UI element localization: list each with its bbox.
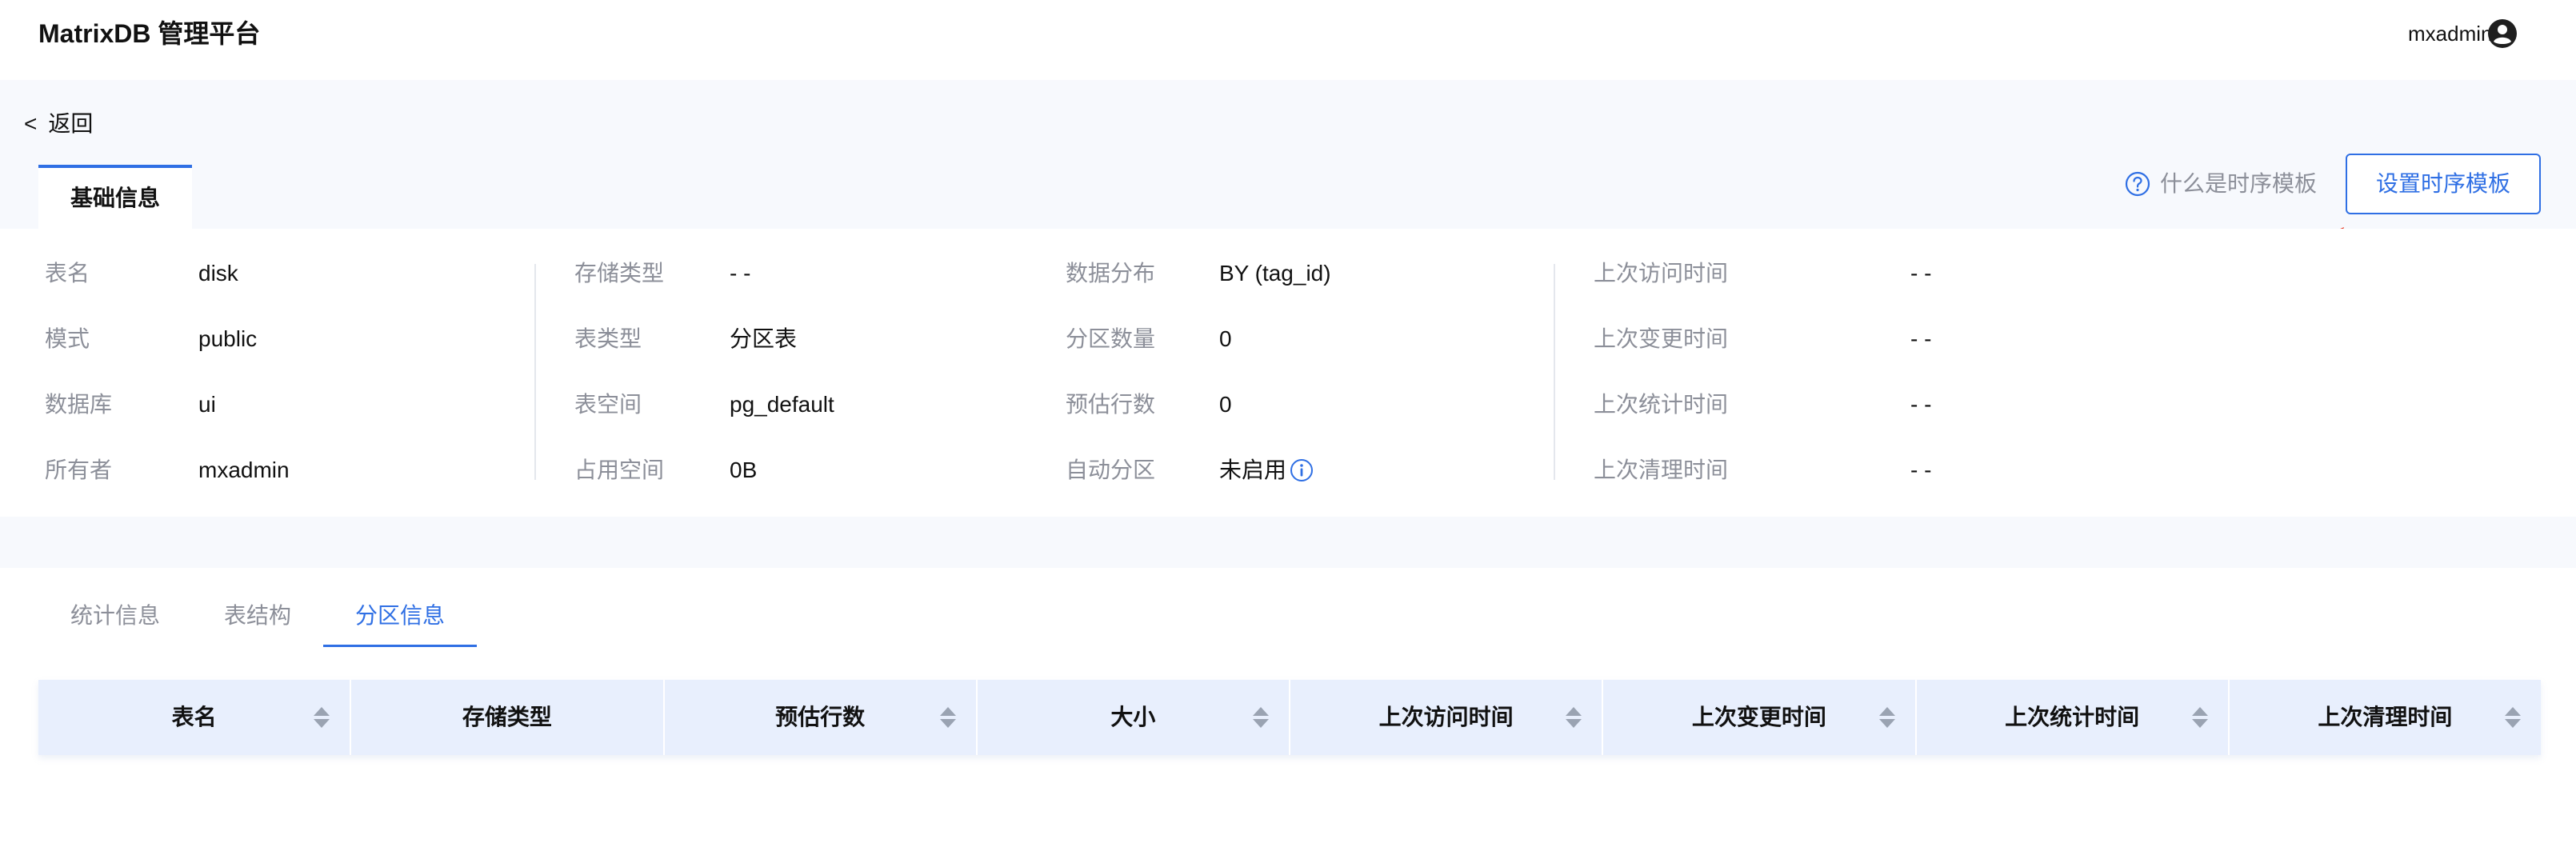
partition-table-header: 表名 存储类型 预估行数 大小 上次访问时间 上次变更时间 上次统计时间 上次清… [38, 680, 2541, 755]
column-divider [534, 264, 536, 480]
sort-icon[interactable] [939, 705, 957, 729]
sort-icon[interactable] [1252, 705, 1270, 729]
info-label-last-change: 上次变更时间 [1594, 326, 1729, 351]
back-label: 返回 [48, 111, 94, 136]
app-title: MatrixDB 管理平台 [38, 19, 261, 48]
column-header-label: 上次变更时间 [1691, 705, 1826, 729]
info-value-distribution: BY (tag_id) [1219, 261, 1331, 286]
sort-icon[interactable] [1878, 705, 1896, 729]
info-label-distribution: 数据分布 [1066, 261, 1156, 286]
column-header-last-change[interactable]: 上次变更时间 [1603, 680, 1917, 755]
sort-icon[interactable] [313, 705, 330, 729]
tab-partition-info[interactable]: 分区信息 [355, 598, 445, 633]
info-value-estimated-rows: 0 [1219, 392, 1232, 417]
info-circle-icon[interactable] [1290, 458, 1314, 482]
column-header-label: 上次清理时间 [2318, 705, 2453, 729]
sort-icon[interactable] [2504, 705, 2522, 729]
page-header-band [0, 80, 2576, 229]
info-value-last-vacuum: - - [1910, 457, 1932, 482]
info-label-storage-type: 存储类型 [574, 261, 665, 286]
chevron-left-icon: < [24, 111, 38, 136]
section-separator-band [0, 517, 2576, 568]
tab-table-structure[interactable]: 表结构 [224, 598, 291, 633]
sort-icon[interactable] [1565, 705, 1582, 729]
info-label-auto-partition: 自动分区 [1066, 457, 1156, 482]
info-value-database: ui [198, 392, 216, 417]
column-divider [1554, 264, 1555, 480]
column-header-last-vacuum[interactable]: 上次清理时间 [2230, 680, 2541, 755]
top-bar [0, 0, 2576, 80]
info-label-table-type: 表类型 [574, 326, 642, 351]
info-label-last-analyze: 上次统计时间 [1594, 392, 1729, 417]
sort-icon[interactable] [2191, 705, 2209, 729]
back-link[interactable]: < 返回 [24, 108, 93, 140]
info-label-owner: 所有者 [45, 457, 113, 482]
set-template-button[interactable]: 设置时序模板 [2346, 154, 2541, 214]
info-value-tablespace: pg_default [730, 392, 834, 417]
tab-statistics[interactable]: 统计信息 [70, 598, 160, 633]
column-header-last-analyze[interactable]: 上次统计时间 [1917, 680, 2230, 755]
info-value-last-analyze: - - [1910, 392, 1932, 417]
info-label-partition-count: 分区数量 [1066, 326, 1156, 351]
info-label-estimated-rows: 预估行数 [1066, 392, 1156, 417]
tab-basic-info-label: 基础信息 [70, 186, 160, 210]
account-circle-icon[interactable] [2486, 18, 2518, 50]
column-header-label: 表名 [171, 705, 217, 729]
info-value-storage-type: - - [730, 261, 751, 286]
info-value-owner: mxadmin [198, 457, 290, 482]
user-name[interactable]: mxadmin [2408, 19, 2492, 48]
info-value-table-type: 分区表 [730, 326, 798, 351]
info-label-last-access: 上次访问时间 [1594, 261, 1729, 286]
info-label-last-vacuum: 上次清理时间 [1594, 457, 1729, 482]
tab-basic-info[interactable]: 基础信息 [38, 165, 192, 229]
info-value-partition-count: 0 [1219, 326, 1232, 351]
info-label-database: 数据库 [45, 392, 113, 417]
info-value-auto-partition-row: 未启用 [1219, 454, 1314, 486]
help-link[interactable]: 什么是时序模板 [2125, 166, 2317, 202]
info-value-last-access: - - [1910, 261, 1932, 286]
column-header-label: 大小 [1110, 705, 1156, 729]
info-value-last-change: - - [1910, 326, 1932, 351]
question-circle-icon [2125, 171, 2150, 196]
column-header-label: 存储类型 [462, 705, 552, 729]
info-label-space-used: 占用空间 [574, 457, 665, 482]
column-header-table-name[interactable]: 表名 [38, 680, 352, 755]
help-text: 什么是时序模板 [2160, 171, 2318, 196]
info-value-table-name: disk [198, 261, 238, 286]
column-header-storage-type[interactable]: 存储类型 [351, 680, 665, 755]
info-label-schema: 模式 [45, 326, 90, 351]
info-value-auto-partition: 未启用 [1219, 457, 1287, 482]
info-label-tablespace: 表空间 [574, 392, 642, 417]
column-header-last-access[interactable]: 上次访问时间 [1290, 680, 1604, 755]
info-label-table-name: 表名 [45, 261, 90, 286]
column-header-estimated-rows[interactable]: 预估行数 [665, 680, 978, 755]
column-header-label: 预估行数 [775, 705, 866, 729]
info-value-space-used: 0B [730, 457, 758, 482]
info-value-schema: public [198, 326, 258, 351]
column-header-label: 上次统计时间 [2005, 705, 2140, 729]
column-header-size[interactable]: 大小 [978, 680, 1290, 755]
column-header-label: 上次访问时间 [1378, 705, 1514, 729]
active-tab-indicator [323, 645, 477, 647]
